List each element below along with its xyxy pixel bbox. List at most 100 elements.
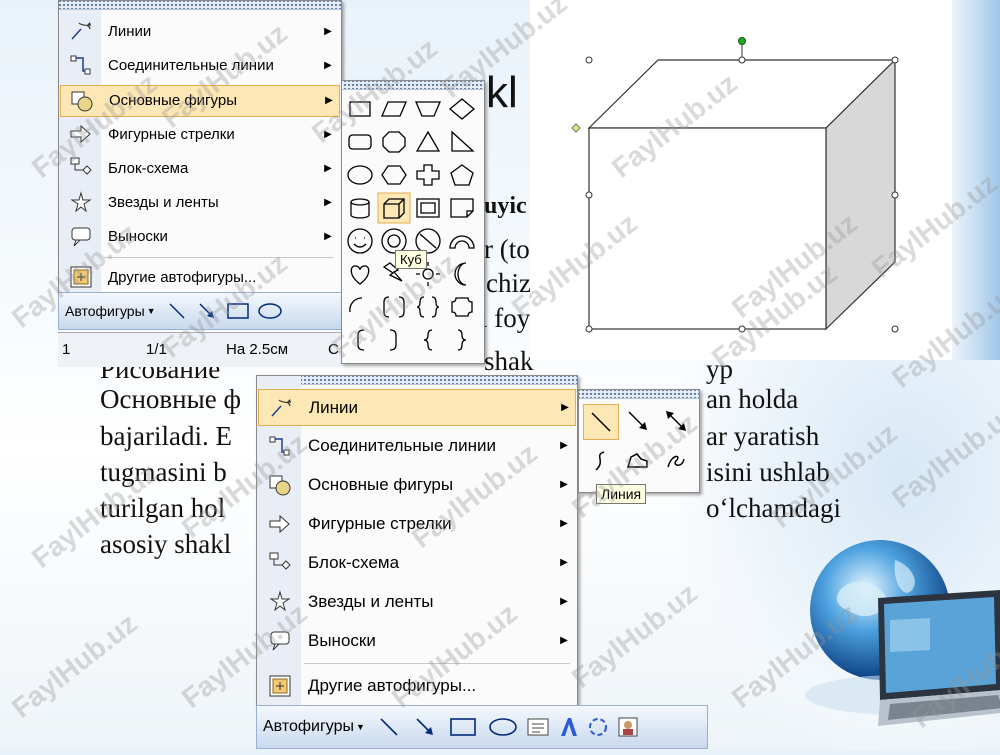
- shape-diamond-icon[interactable]: [448, 98, 476, 120]
- autoshapes-label: Автофигуры: [65, 303, 145, 319]
- menu-item-stars-banners[interactable]: Звезды и ленты ▶: [60, 188, 338, 218]
- submenu-arrow-icon: ▶: [324, 59, 332, 71]
- slide-text-line2b: an holda: [706, 384, 799, 414]
- menu-item-lines[interactable]: Линии ▶: [60, 16, 338, 46]
- flowchart-icon: [60, 156, 102, 180]
- shape-trapezoid-icon[interactable]: [415, 101, 441, 117]
- text-box-icon[interactable]: [523, 717, 553, 737]
- shape-bevel-icon[interactable]: [416, 198, 440, 218]
- tooltip-cube: Куб: [395, 250, 427, 269]
- shape-block-arc-icon[interactable]: [449, 235, 475, 249]
- menu-item-flowchart[interactable]: Блок-схема ▶: [60, 153, 338, 183]
- submenu-arrow-icon: ▶: [324, 128, 332, 140]
- basic-shapes-palette: [341, 80, 485, 364]
- status-extra: С: [328, 341, 339, 358]
- menu-item-callouts[interactable]: Выноски ▶: [60, 222, 338, 252]
- shape-folded-corner-icon[interactable]: [450, 198, 474, 218]
- palette-line-icon[interactable]: [583, 404, 619, 440]
- shape-oval-icon[interactable]: [347, 165, 373, 185]
- wordart-icon[interactable]: [553, 716, 583, 738]
- tooltip-line: Линия: [596, 484, 647, 504]
- menu-item-basic-shapes[interactable]: Основные фигуры ▶: [60, 84, 340, 117]
- shape-octagon-icon[interactable]: [382, 131, 406, 153]
- status-position: На 2.5см: [226, 341, 289, 358]
- menu-item-label: Фигурные стрелки: [308, 513, 452, 533]
- diagram-icon[interactable]: [583, 716, 613, 738]
- shape-parallelogram-icon[interactable]: [381, 101, 407, 117]
- rectangle-tool-icon[interactable]: [443, 717, 483, 737]
- menu-item-stars-banners[interactable]: Звезды и ленты ▶: [258, 584, 574, 619]
- shape-cross-icon[interactable]: [416, 164, 440, 186]
- arrow-tool-icon[interactable]: [192, 302, 222, 320]
- shape-brace-pair-icon[interactable]: [416, 296, 440, 318]
- top-screenshot: Автофигуры ▼ 1 1/1 На 2.5см С Куб Линии ▶…: [58, 0, 543, 367]
- shape-right-bracket-icon[interactable]: [389, 329, 397, 351]
- menu-item-flowchart[interactable]: Блок-схема ▶: [258, 545, 574, 580]
- dropdown-arrow-icon: ▼: [356, 722, 365, 732]
- shape-cube-icon[interactable]: [377, 192, 411, 224]
- rectangle-tool-icon[interactable]: [222, 302, 254, 320]
- shape-right-triangle-icon[interactable]: [451, 130, 475, 152]
- shape-hexagon-icon[interactable]: [381, 165, 407, 185]
- shape-left-bracket-icon[interactable]: [357, 329, 365, 351]
- line-tool-icon[interactable]: [162, 302, 192, 320]
- menu-item-block-arrows[interactable]: Фигурные стрелки ▶: [258, 506, 574, 541]
- shape-right-brace-icon[interactable]: [457, 329, 467, 351]
- laptop-icon: [878, 590, 1000, 726]
- menu-item-connectors[interactable]: Соединительные линии ▶: [60, 50, 338, 80]
- shape-moon-icon[interactable]: [454, 262, 467, 286]
- shape-bracket-pair-icon[interactable]: [383, 296, 405, 318]
- menu-item-label: Блок-схема: [308, 552, 400, 572]
- shape-smiley-icon[interactable]: [347, 228, 373, 254]
- autoshapes-button-bottom[interactable]: Автофигуры ▼: [257, 712, 371, 742]
- shape-can-icon[interactable]: [350, 198, 370, 219]
- oval-tool-icon[interactable]: [254, 302, 286, 320]
- slide-text-line2: Основные ф: [100, 384, 241, 414]
- shape-rounded-rect-icon[interactable]: [348, 134, 372, 150]
- shape-heart-icon[interactable]: [350, 265, 370, 285]
- palette-freeform-icon[interactable]: [623, 446, 653, 476]
- menu-item-callouts[interactable]: Выноски ▶: [258, 623, 574, 658]
- shape-plaque-icon[interactable]: [451, 297, 473, 317]
- menu-item-block-arrows[interactable]: Фигурные стрелки ▶: [60, 119, 338, 149]
- menu-item-label: Соединительные линии: [308, 435, 496, 455]
- slide-text-line4: tugmasini b: [100, 457, 227, 487]
- basic-shapes-icon: [258, 473, 302, 497]
- menu-item-lines[interactable]: Линии ▶: [258, 389, 576, 426]
- connectors-icon: [60, 53, 102, 77]
- shape-pentagon-icon[interactable]: [450, 164, 474, 186]
- basic-shapes-icon: [61, 89, 103, 113]
- menu-item-label: Звезды и ленты: [108, 194, 219, 212]
- palette-curve-icon[interactable]: [585, 446, 615, 476]
- cube-shape[interactable]: [530, 0, 952, 360]
- autoshapes-button[interactable]: Автофигуры ▼: [59, 297, 162, 325]
- menu-item-label: Выноски: [108, 228, 168, 246]
- palette-scribble-icon[interactable]: [661, 446, 691, 476]
- clipart-icon[interactable]: [613, 716, 643, 738]
- submenu-arrow-icon: ▶: [561, 402, 569, 413]
- menu-item-connectors[interactable]: Соединительные линии ▶: [258, 428, 574, 463]
- shape-triangle-icon[interactable]: [415, 130, 441, 152]
- shape-rect-icon[interactable]: [349, 101, 371, 117]
- shape-left-brace-icon[interactable]: [423, 329, 433, 351]
- palette-arrow-icon[interactable]: [623, 406, 653, 436]
- shape-arc-icon[interactable]: [349, 297, 363, 313]
- menu-item-basic-shapes[interactable]: Основные фигуры ▶: [258, 467, 574, 502]
- menu-item-label: Другие автофигуры...: [308, 675, 477, 695]
- submenu-arrow-icon: ▶: [560, 635, 568, 646]
- status-col: 1: [62, 341, 71, 358]
- arrow-tool-icon[interactable]: [407, 717, 443, 737]
- flowchart-icon: [258, 551, 302, 575]
- menu-item-more-autoshapes[interactable]: Другие автофигуры...: [60, 262, 338, 292]
- menu-item-label: Другие автофигуры...: [108, 268, 257, 286]
- line-tool-icon[interactable]: [371, 717, 407, 737]
- menu-item-more-autoshapes[interactable]: Другие автофигуры...: [258, 668, 574, 703]
- menu-separator: [304, 663, 570, 664]
- connectors-icon: [258, 434, 302, 458]
- oval-tool-icon[interactable]: [483, 717, 523, 737]
- palette-double-arrow-icon[interactable]: [661, 406, 691, 436]
- menu-item-label: Соединительные линии: [108, 56, 274, 74]
- cube-canvas[interactable]: [530, 0, 952, 360]
- submenu-arrow-icon: ▶: [324, 162, 332, 174]
- status-page: 1/1: [146, 341, 167, 358]
